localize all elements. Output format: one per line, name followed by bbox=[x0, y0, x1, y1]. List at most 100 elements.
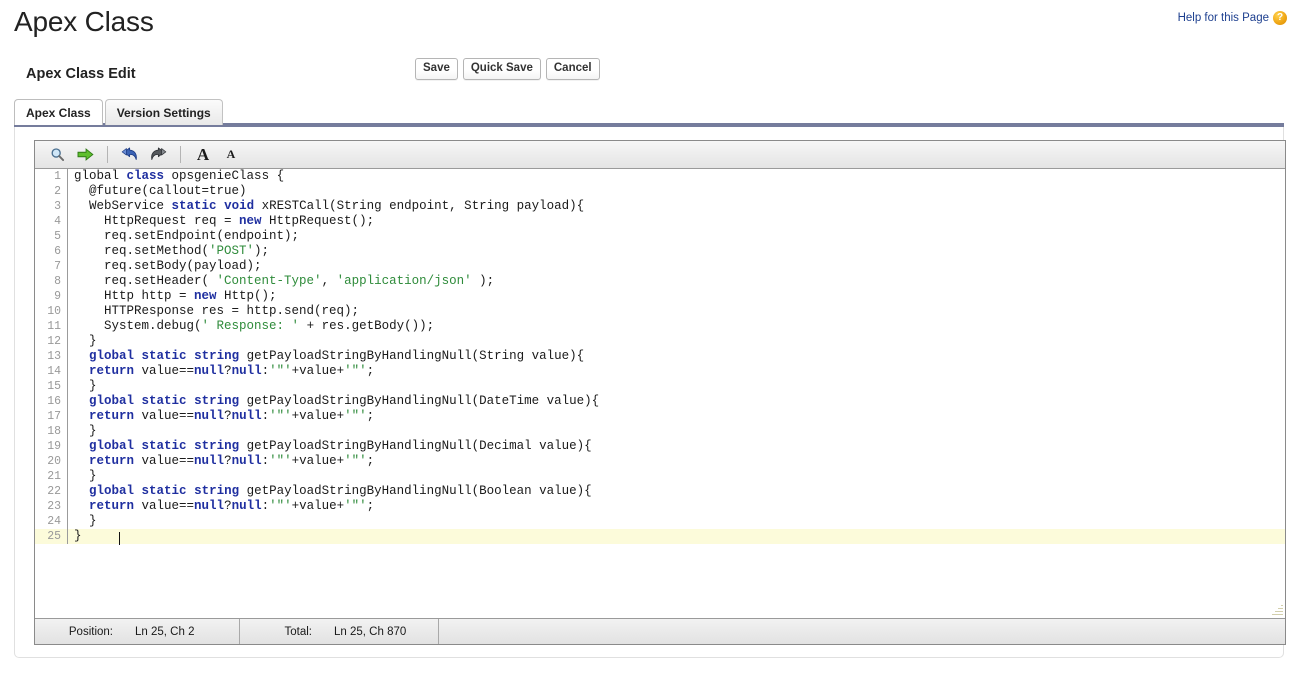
line-number: 14 bbox=[47, 365, 61, 378]
code-line[interactable]: 8 req.setHeader( 'Content-Type', 'applic… bbox=[35, 274, 1285, 289]
decrease-font-size-label: A bbox=[226, 147, 236, 161]
position-value: Ln 25, Ch 2 bbox=[135, 625, 195, 638]
code-line[interactable]: 5 req.setEndpoint(endpoint); bbox=[35, 229, 1285, 244]
code-line[interactable]: 17 return value==null?null:'"'+value+'"'… bbox=[35, 409, 1285, 424]
section-header-row: Apex Class Edit bbox=[0, 56, 1291, 96]
code-text: HttpRequest req = new HttpRequest(); bbox=[74, 214, 375, 228]
line-number: 6 bbox=[54, 245, 61, 258]
line-number: 24 bbox=[47, 515, 61, 528]
quick-save-button[interactable]: Quick Save bbox=[462, 58, 541, 80]
code-line[interactable]: 19 global static string getPayloadString… bbox=[35, 439, 1285, 454]
code-text: } bbox=[74, 379, 97, 393]
code-line[interactable]: 15 } bbox=[35, 379, 1285, 394]
help-link[interactable]: Help for this Page bbox=[1178, 12, 1269, 24]
code-text: } bbox=[74, 529, 82, 543]
undo-arrow-icon[interactable] bbox=[117, 144, 143, 166]
code-line[interactable]: 21 } bbox=[35, 469, 1285, 484]
code-line[interactable]: 23 return value==null?null:'"'+value+'"'… bbox=[35, 499, 1285, 514]
code-text: return value==null?null:'"'+value+'"'; bbox=[89, 409, 375, 423]
text-caret bbox=[119, 532, 120, 545]
line-number: 17 bbox=[47, 410, 61, 423]
code-text: return value==null?null:'"'+value+'"'; bbox=[89, 454, 375, 468]
code-text: global static string getPayloadStringByH… bbox=[89, 349, 585, 363]
line-number: 18 bbox=[47, 425, 61, 438]
line-number: 2 bbox=[54, 185, 61, 198]
code-line[interactable]: 3 WebService static void xRESTCall(Strin… bbox=[35, 199, 1285, 214]
code-text: global static string getPayloadStringByH… bbox=[89, 439, 592, 453]
line-number: 8 bbox=[54, 275, 61, 288]
total-value: Ln 25, Ch 870 bbox=[334, 625, 407, 638]
line-number: 1 bbox=[54, 170, 61, 183]
code-lines[interactable]: 1 global class opsgenieClass {2 @future(c… bbox=[35, 169, 1285, 618]
status-divider-2 bbox=[438, 619, 439, 644]
help-question-icon[interactable]: ? bbox=[1273, 11, 1287, 25]
page-title: Apex Class bbox=[14, 6, 154, 37]
code-text: global class opsgenieClass { bbox=[74, 169, 285, 183]
redo-arrow-icon[interactable] bbox=[145, 144, 171, 166]
save-button[interactable]: Save bbox=[415, 58, 458, 80]
action-button-bar: Save Quick Save Cancel bbox=[415, 58, 600, 80]
code-line[interactable]: 14 return value==null?null:'"'+value+'"'… bbox=[35, 364, 1285, 379]
section-title: Apex Class Edit bbox=[26, 66, 136, 82]
code-line[interactable]: 2 @future(callout=true) bbox=[35, 184, 1285, 199]
code-region[interactable]: 1 global class opsgenieClass {2 @future(c… bbox=[35, 169, 1285, 619]
code-line[interactable]: 9 Http http = new Http(); bbox=[35, 289, 1285, 304]
search-icon[interactable] bbox=[44, 144, 70, 166]
code-line[interactable]: 20 return value==null?null:'"'+value+'"'… bbox=[35, 454, 1285, 469]
position-label: Position: bbox=[68, 625, 113, 638]
code-text: req.setHeader( 'Content-Type', 'applicat… bbox=[74, 274, 495, 288]
go-to-line-arrow-icon[interactable] bbox=[72, 144, 98, 166]
code-line[interactable]: 10 HTTPResponse res = http.send(req); bbox=[35, 304, 1285, 319]
line-number: 10 bbox=[47, 305, 61, 318]
code-line[interactable]: 25} bbox=[35, 529, 1285, 544]
code-text: req.setMethod('POST'); bbox=[74, 244, 270, 258]
code-line[interactable]: 11 System.debug(' Response: ' + res.getB… bbox=[35, 319, 1285, 334]
increase-font-size-label: A bbox=[196, 144, 210, 164]
line-number: 21 bbox=[47, 470, 61, 483]
code-line[interactable]: 18 } bbox=[35, 424, 1285, 439]
code-text: global static string getPayloadStringByH… bbox=[89, 394, 600, 408]
decrease-font-size-icon[interactable]: A bbox=[218, 144, 244, 166]
total-cell: Total: Ln 25, Ch 870 bbox=[240, 619, 438, 644]
code-text: } bbox=[74, 424, 97, 438]
code-line[interactable]: 24 } bbox=[35, 514, 1285, 529]
code-text: @future(callout=true) bbox=[74, 184, 247, 198]
line-number: 5 bbox=[54, 230, 61, 243]
line-number: 3 bbox=[54, 200, 61, 213]
code-text: global static string getPayloadStringByH… bbox=[89, 484, 592, 498]
code-editor: A A 1 global class opsgenieClass {2 @futu… bbox=[34, 140, 1286, 645]
code-text: return value==null?null:'"'+value+'"'; bbox=[89, 364, 375, 378]
code-line[interactable]: 6 req.setMethod('POST'); bbox=[35, 244, 1285, 259]
code-line[interactable]: 12 } bbox=[35, 334, 1285, 349]
cancel-button[interactable]: Cancel bbox=[545, 58, 600, 80]
code-line[interactable]: 1 global class opsgenieClass { bbox=[35, 169, 1285, 184]
toolbar-separator bbox=[180, 146, 181, 163]
code-text: WebService static void xRESTCall(String … bbox=[74, 199, 585, 213]
code-line[interactable]: 22 global static string getPayloadString… bbox=[35, 484, 1285, 499]
help-for-this-page[interactable]: Help for this Page ? bbox=[1178, 11, 1287, 25]
resize-grip[interactable] bbox=[1271, 604, 1283, 616]
toolbar-separator bbox=[107, 146, 108, 163]
tab-version-settings[interactable]: Version Settings bbox=[104, 99, 223, 125]
code-text: req.setBody(payload); bbox=[74, 259, 262, 273]
line-number: 23 bbox=[47, 500, 61, 513]
line-number: 25 bbox=[47, 530, 61, 543]
code-text: System.debug(' Response: ' + res.getBody… bbox=[74, 319, 435, 333]
code-line[interactable]: 13 global static string getPayloadString… bbox=[35, 349, 1285, 364]
line-number: 7 bbox=[54, 260, 61, 273]
editor-panel: A A 1 global class opsgenieClass {2 @futu… bbox=[14, 127, 1286, 658]
tab-apex-class[interactable]: Apex Class bbox=[14, 99, 103, 125]
line-number: 16 bbox=[47, 395, 61, 408]
position-cell: Position: Ln 25, Ch 2 bbox=[35, 619, 239, 644]
line-number: 20 bbox=[47, 455, 61, 468]
code-line[interactable]: 16 global static string getPayloadString… bbox=[35, 394, 1285, 409]
code-text: } bbox=[74, 514, 97, 528]
tab-strip: Apex Class Version Settings bbox=[14, 99, 223, 125]
increase-font-size-icon[interactable]: A bbox=[190, 144, 216, 166]
code-text: HTTPResponse res = http.send(req); bbox=[74, 304, 360, 318]
code-line[interactable]: 7 req.setBody(payload); bbox=[35, 259, 1285, 274]
code-text: req.setEndpoint(endpoint); bbox=[74, 229, 300, 243]
code-line[interactable]: 4 HttpRequest req = new HttpRequest(); bbox=[35, 214, 1285, 229]
total-label: Total: bbox=[284, 625, 313, 638]
page-header: Apex Class Help for this Page ? bbox=[0, 0, 1291, 56]
